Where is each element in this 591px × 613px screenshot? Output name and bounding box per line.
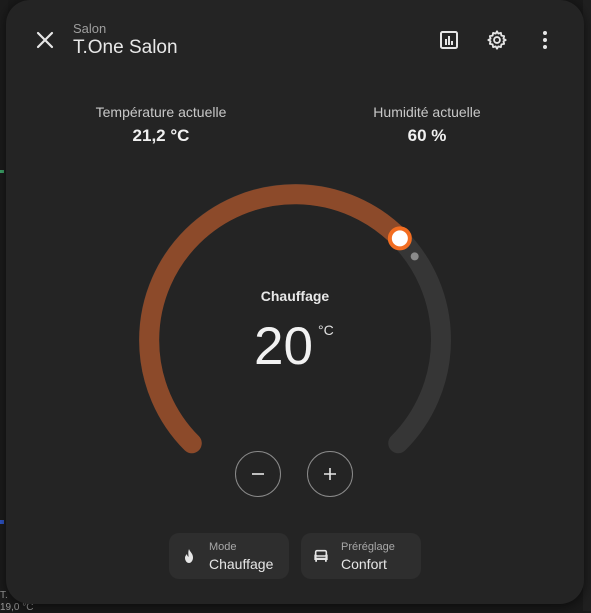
fire-icon xyxy=(181,548,197,564)
hvac-mode-label: Mode xyxy=(209,540,237,553)
thermostat-dialog: Salon T.One Salon Température actuelle 2… xyxy=(6,0,584,604)
background-graph-line xyxy=(0,170,4,173)
preset-value: Confort xyxy=(341,555,387,572)
target-temperature: 20 xyxy=(254,317,313,376)
hvac-mode-chip[interactable]: Mode Chauffage xyxy=(169,533,289,579)
hvac-action-label: Chauffage xyxy=(260,288,330,304)
dial-handle[interactable] xyxy=(387,226,412,251)
preset-chip[interactable]: Préréglage Confort xyxy=(301,533,421,579)
background-graph-line xyxy=(0,520,4,524)
background-dashboard-right xyxy=(583,0,591,611)
current-temperature-marker xyxy=(410,252,419,261)
target-temperature-unit: °C xyxy=(318,322,334,338)
decrease-temperature-button[interactable] xyxy=(235,451,281,497)
increase-temperature-button[interactable] xyxy=(307,451,353,497)
sofa-icon xyxy=(313,548,329,564)
hvac-mode-value: Chauffage xyxy=(209,555,274,572)
preset-label: Préréglage xyxy=(341,540,395,553)
plus-icon xyxy=(324,468,336,480)
minus-icon xyxy=(252,473,264,475)
